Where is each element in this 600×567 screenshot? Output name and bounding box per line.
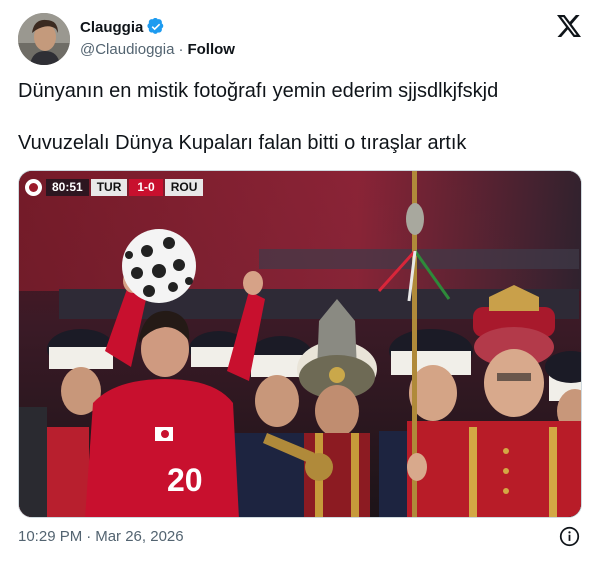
handle-separator: ·: [178, 41, 184, 58]
match-score: 1-0: [129, 179, 163, 196]
follow-button[interactable]: Follow: [187, 41, 235, 58]
tweet-line-2: Vuvuzelalı Dünya Kupaları falan bitti o …: [18, 132, 467, 154]
author-name-row: Clauggia: [80, 17, 165, 36]
x-logo-icon[interactable]: [557, 15, 581, 37]
jersey-number: 20: [167, 462, 203, 498]
timestamp-date: Mar 26, 2026: [95, 528, 184, 545]
competition-logo-icon: [25, 179, 42, 196]
away-team: ROU: [164, 179, 204, 196]
match-scorebug: 80:51 TUR 1-0 ROU: [25, 179, 204, 196]
display-name[interactable]: Clauggia: [80, 19, 143, 36]
verified-badge-icon: [147, 17, 165, 36]
tweet-card: Clauggia @Claudioggia · Follow Dünyanın …: [0, 0, 600, 567]
home-team: TUR: [90, 179, 128, 196]
football-ball: [122, 229, 196, 303]
timestamp-separator: ·: [86, 528, 92, 545]
timestamp-time: 10:29 PM: [18, 528, 83, 545]
author-handle[interactable]: @Claudioggia: [80, 41, 174, 58]
avatar[interactable]: [18, 13, 70, 65]
tweet-timestamp[interactable]: 10:29 PM · Mar 26, 2026: [18, 528, 184, 545]
author-handle-row: @Claudioggia · Follow: [80, 41, 235, 58]
match-clock: 80:51: [46, 179, 89, 196]
tweet-text: Dünyanın en mistik fotoğrafı yemin ederi…: [18, 78, 578, 156]
tweet-line-1: Dünyanın en mistik fotoğrafı yemin ederi…: [18, 80, 499, 102]
photo-illustration: 20: [19, 171, 581, 517]
info-icon[interactable]: [559, 526, 580, 547]
tweet-photo[interactable]: 20 80:51 TUR 1-0 ROU: [18, 170, 582, 518]
